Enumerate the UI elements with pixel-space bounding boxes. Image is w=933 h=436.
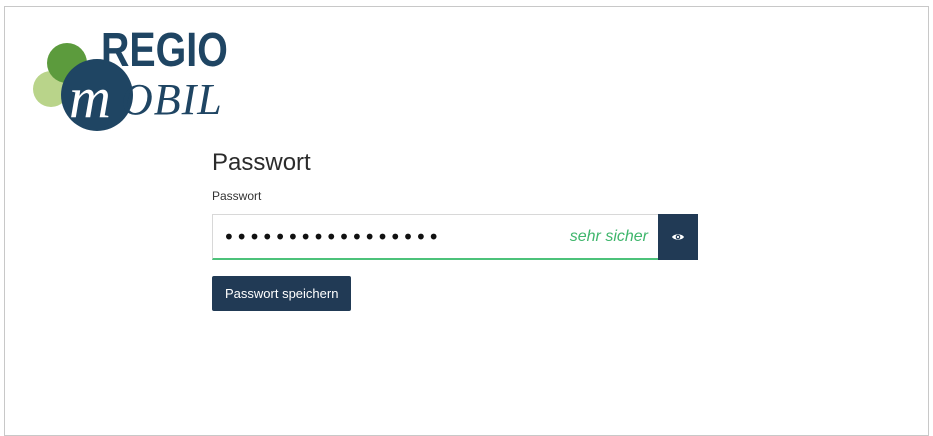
save-password-button[interactable]: Passwort speichern	[212, 276, 352, 311]
logo-text-obil: OBIL	[121, 75, 223, 124]
password-input[interactable]: •••••••••••••••••	[223, 225, 553, 249]
eye-icon	[672, 234, 684, 240]
password-input-group: ••••••••••••••••• sehr sicher	[212, 214, 698, 260]
password-form: Passwort Passwort ••••••••••••••••• sehr…	[212, 149, 702, 311]
logo-text-m: m	[69, 65, 111, 130]
password-strength-indicator: sehr sicher	[569, 228, 648, 245]
logo-text-regio: REGIO	[101, 24, 228, 77]
page-title: Passwort	[212, 149, 311, 176]
password-field[interactable]: ••••••••••••••••• sehr sicher	[212, 214, 658, 260]
page-frame: REGIO m OBIL Passwort Passwort •••••••••…	[4, 6, 929, 436]
regiomobil-logo: REGIO m OBIL	[29, 27, 249, 139]
password-field-label: Passwort	[212, 189, 262, 203]
show-password-button[interactable]	[658, 214, 698, 260]
